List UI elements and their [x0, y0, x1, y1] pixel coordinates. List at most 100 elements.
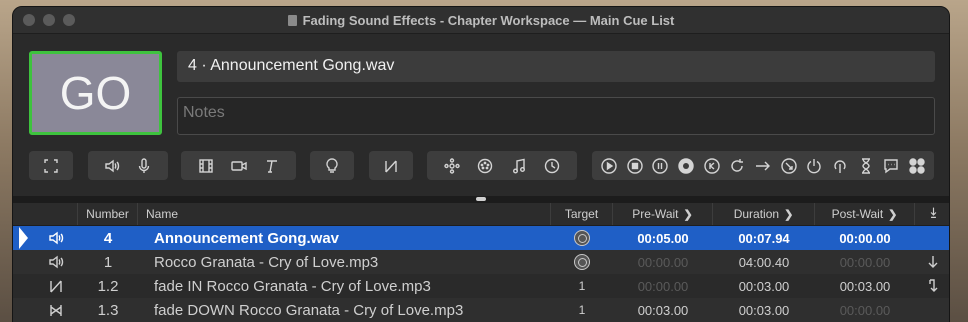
pause-icon[interactable]: [649, 155, 671, 177]
script-icon[interactable]: [906, 155, 928, 177]
zoom-window-button[interactable]: [63, 14, 75, 26]
notes-field[interactable]: Notes: [177, 97, 935, 135]
cue-number[interactable]: 4: [78, 226, 138, 250]
cue-pre-wait[interactable]: 00:00.00: [613, 274, 713, 298]
toolbar-group-video: [181, 151, 296, 180]
cue-continue[interactable]: [915, 298, 949, 322]
cue-name[interactable]: Announcement Gong.wav: [138, 226, 551, 250]
col-duration-label: Duration: [733, 207, 780, 221]
col-number-label: Number: [86, 207, 129, 221]
cue-toolbar: [13, 151, 949, 183]
reset-icon[interactable]: [701, 155, 723, 177]
fade-icon: [33, 274, 78, 298]
auto-continue-icon[interactable]: [915, 250, 949, 274]
target-icon: [574, 230, 590, 246]
col-pre-wait[interactable]: Pre-Wait ❯: [613, 203, 713, 225]
table-header: Number Name Target Pre-Wait ❯ Duration ❯ P…: [13, 203, 949, 226]
toolbar-group-light: [310, 151, 354, 180]
playhead-indicator: [13, 274, 33, 298]
camera-cue-icon[interactable]: [228, 155, 250, 177]
text-cue-icon[interactable]: [261, 155, 283, 177]
video-cue-icon[interactable]: [195, 155, 217, 177]
main-window: Fading Sound Effects - Chapter Workspace…: [12, 6, 950, 322]
cue-duration[interactable]: 00:03.00: [713, 298, 815, 322]
wait-icon[interactable]: [855, 155, 877, 177]
cue-post-wait[interactable]: 00:03.00: [815, 274, 915, 298]
cue-post-wait[interactable]: 00:00.00: [815, 298, 915, 322]
col-duration[interactable]: Duration ❯: [713, 203, 815, 225]
cue-name[interactable]: fade IN Rocco Granata - Cry of Love.mp3: [138, 274, 551, 298]
title-bar[interactable]: Fading Sound Effects - Chapter Workspace…: [13, 7, 949, 34]
cue-duration[interactable]: 00:03.00: [713, 274, 815, 298]
cue-name-field[interactable]: 4 · Announcement Gong.wav: [177, 51, 935, 82]
cue-table: Number Name Target Pre-Wait ❯ Duration ❯ P…: [13, 203, 949, 322]
table-row[interactable]: 1.2 fade IN Rocco Granata - Cry of Love.…: [13, 274, 949, 298]
window-title: Fading Sound Effects - Chapter Workspace…: [13, 13, 949, 28]
cue-pre-wait[interactable]: 00:03.00: [613, 298, 713, 322]
chevron-right-icon: ❯: [888, 208, 898, 221]
playhead-indicator: [13, 226, 33, 250]
stop-icon[interactable]: [624, 155, 646, 177]
toolbar-group-audio: [88, 151, 168, 180]
col-post-wait-label: Post-Wait: [831, 207, 884, 221]
col-continue[interactable]: [915, 203, 949, 225]
cue-target[interactable]: 1: [551, 274, 613, 298]
target-icon: [574, 254, 590, 270]
auto-follow-icon[interactable]: [915, 274, 949, 298]
chevron-right-icon: ❯: [683, 208, 693, 221]
col-name-label: Name: [146, 207, 179, 221]
table-row[interactable]: 1 Rocco Granata - Cry of Love.mp3 00:00.…: [13, 250, 949, 274]
devamp-icon[interactable]: [726, 155, 748, 177]
document-icon: [287, 14, 297, 26]
mic-cue-icon[interactable]: [133, 155, 155, 177]
arm-icon[interactable]: [803, 155, 825, 177]
fade-icon: [33, 298, 78, 322]
split-divider[interactable]: [13, 196, 949, 203]
memo-icon[interactable]: [880, 155, 902, 177]
goto-icon[interactable]: [752, 155, 774, 177]
load-icon[interactable]: [675, 155, 697, 177]
cue-name[interactable]: Rocco Granata - Cry of Love.mp3: [138, 250, 551, 274]
disarm-icon[interactable]: [829, 155, 851, 177]
cue-pre-wait[interactable]: 00:00.00: [613, 250, 713, 274]
cue-name[interactable]: fade DOWN Rocco Granata - Cry of Love.mp…: [138, 298, 551, 322]
divider-grip[interactable]: [476, 197, 486, 201]
cue-continue[interactable]: [915, 226, 949, 250]
col-name[interactable]: Name: [138, 203, 551, 225]
audio-cue-icon[interactable]: [101, 155, 123, 177]
minimize-window-button[interactable]: [43, 14, 55, 26]
playhead-indicator: [13, 250, 33, 274]
continue-header-icon: [927, 206, 940, 222]
cue-pre-wait[interactable]: 00:05.00: [613, 226, 713, 250]
close-window-button[interactable]: [23, 14, 35, 26]
table-row[interactable]: 4 Announcement Gong.wav 00:05.00 00:07.9…: [13, 226, 949, 250]
cue-target[interactable]: [551, 226, 613, 250]
cue-target[interactable]: 1: [551, 298, 613, 322]
cue-post-wait[interactable]: 00:00.00: [815, 226, 915, 250]
cue-target[interactable]: [551, 250, 613, 274]
go-button[interactable]: GO: [29, 51, 162, 135]
music-cue-icon[interactable]: [508, 155, 530, 177]
start-icon[interactable]: [598, 155, 620, 177]
light-cue-icon[interactable]: [321, 155, 343, 177]
midi-cue-icon[interactable]: [474, 155, 496, 177]
cue-post-wait[interactable]: 00:00.00: [815, 250, 915, 274]
cue-duration[interactable]: 00:07.94: [713, 226, 815, 250]
fade-cue-icon[interactable]: [380, 155, 402, 177]
col-number[interactable]: Number: [78, 203, 138, 225]
window-title-text: Fading Sound Effects - Chapter Workspace…: [302, 12, 675, 28]
col-post-wait[interactable]: Post-Wait ❯: [815, 203, 915, 225]
network-cue-icon[interactable]: [441, 155, 463, 177]
fullscreen-icon[interactable]: [40, 155, 62, 177]
target-icon[interactable]: [778, 155, 800, 177]
table-row[interactable]: 1.3 fade DOWN Rocco Granata - Cry of Lov…: [13, 298, 949, 322]
col-target[interactable]: Target: [551, 203, 613, 225]
col-target-label: Target: [564, 207, 599, 221]
toolbar-group-view: [29, 151, 73, 180]
timecode-cue-icon[interactable]: [541, 155, 563, 177]
cue-number[interactable]: 1.2: [78, 274, 138, 298]
cue-duration[interactable]: 04:00.40: [713, 250, 815, 274]
cue-number[interactable]: 1: [78, 250, 138, 274]
window-controls: [23, 14, 75, 26]
cue-number[interactable]: 1.3: [78, 298, 138, 322]
